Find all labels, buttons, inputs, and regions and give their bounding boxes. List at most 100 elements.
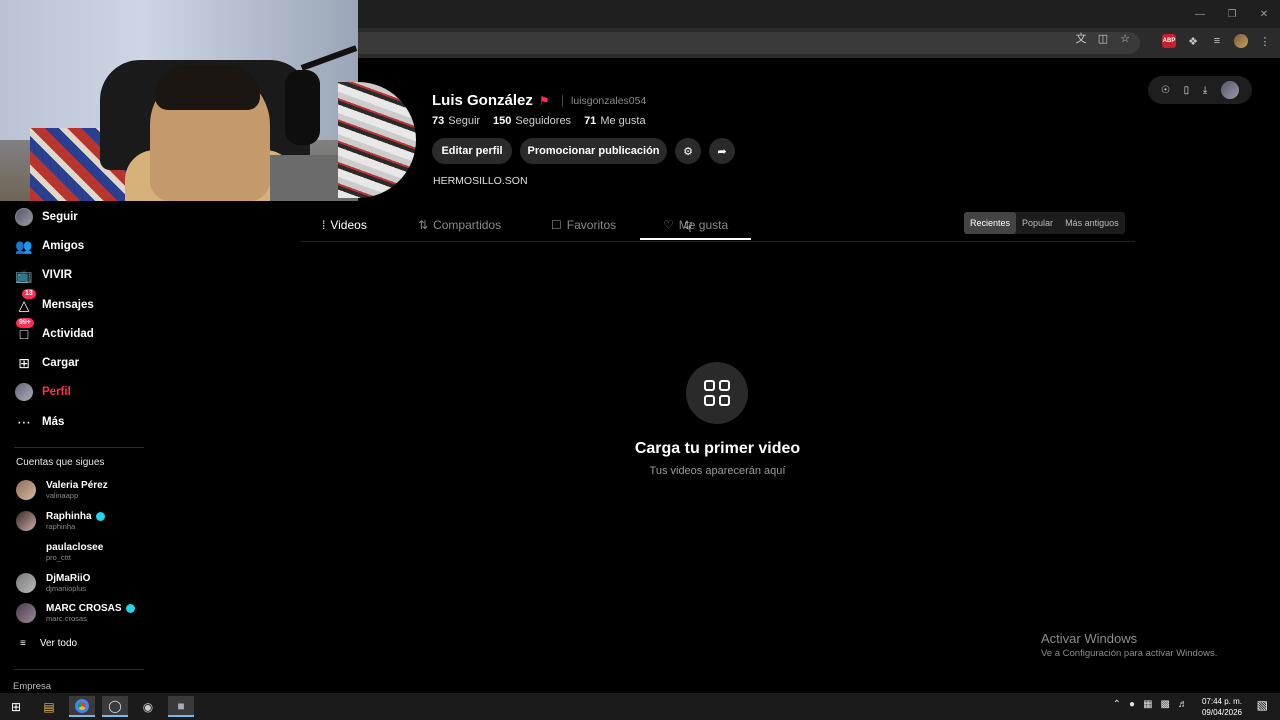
- sort-oldest[interactable]: Más antiguos: [1059, 212, 1125, 234]
- share-button[interactable]: ➦: [709, 138, 735, 164]
- sidebar-item-label: Amigos: [42, 240, 85, 252]
- avatar[interactable]: [1221, 81, 1240, 99]
- download-icon[interactable]: ⤓: [1203, 85, 1207, 96]
- see-all-label: Ver todo: [39, 638, 78, 649]
- empty-state-subtitle: Tus videos aparecerán aquí: [649, 465, 786, 477]
- start-icon[interactable]: ⊞: [3, 696, 29, 717]
- display-icon[interactable]: ▦: [1143, 699, 1152, 710]
- microphone-icon[interactable]: ●: [1129, 699, 1135, 710]
- install-icon[interactable]: ◫: [1096, 31, 1110, 45]
- avatar: [16, 603, 36, 623]
- settings-button[interactable]: ⚙: [675, 138, 701, 164]
- friends-icon: 👥: [15, 237, 33, 254]
- footer-empresa-link[interactable]: Empresa: [13, 681, 51, 692]
- sidebar-item-mas[interactable]: ⋯ Más: [14, 411, 64, 433]
- webcam-overlay: [0, 0, 358, 201]
- sort-popular[interactable]: Popular: [1016, 212, 1059, 234]
- sidebar-item-label: Cargar: [42, 357, 80, 369]
- obs-icon[interactable]: ◉: [135, 696, 161, 717]
- see-all-button[interactable]: ≡ Ver todo: [20, 638, 77, 649]
- tab-videos[interactable]: ⁞ Videos: [322, 218, 367, 232]
- followed-account[interactable]: DjMaRiiO djmariioplus: [16, 573, 90, 593]
- grid-icon: ⁞: [322, 218, 326, 232]
- tab-likes[interactable]: ♡ Me gusta: [663, 218, 728, 232]
- profile-avatar[interactable]: [338, 82, 416, 198]
- followed-account[interactable]: Raphinha raphinha: [16, 511, 105, 531]
- grid-icon: [704, 380, 730, 406]
- game-icon[interactable]: ■: [168, 696, 194, 717]
- extensions-icon[interactable]: ❖: [1186, 34, 1200, 48]
- compass-icon[interactable]: ☉: [1161, 85, 1170, 96]
- followed-account[interactable]: MARC CROSAS marc.crosas: [16, 603, 135, 623]
- account-name: Valeria Pérez: [46, 480, 108, 491]
- star-icon[interactable]: ☆: [1118, 31, 1132, 45]
- sidebar-item-actividad[interactable]: □ 99+ Actividad: [14, 318, 94, 345]
- sidebar-item-amigos[interactable]: 👥 Amigos: [14, 235, 84, 257]
- avatar: [16, 542, 36, 562]
- extension-icons: ABP ❖ ≡ ⋮: [1162, 34, 1272, 48]
- menu-icon[interactable]: ⋮: [1258, 34, 1272, 48]
- avatar: [14, 207, 34, 227]
- messages-icon: △ 13: [14, 289, 36, 315]
- file-explorer-icon[interactable]: ▤: [36, 696, 62, 717]
- clock-time: 07:44 p. m.: [1201, 697, 1242, 706]
- close-icon[interactable]: ✕: [1248, 0, 1280, 28]
- verified-icon: [125, 604, 135, 613]
- heart-icon: ♡: [663, 218, 674, 232]
- translate-icon[interactable]: 文: [1074, 31, 1088, 45]
- profile-avatar-icon[interactable]: [1234, 34, 1248, 48]
- empty-state-title: Carga tu primer video: [634, 440, 801, 457]
- repost-icon: ⇅: [418, 218, 429, 232]
- network-icon[interactable]: ▩: [1161, 699, 1170, 710]
- sidebar-item-mensajes[interactable]: △ 13 Mensajes: [14, 289, 94, 316]
- adblock-icon[interactable]: ABP: [1162, 34, 1176, 48]
- active-tab-indicator: [640, 238, 751, 240]
- sidebar-item-label: Más: [42, 416, 65, 428]
- account-username: valinaapp: [46, 491, 79, 500]
- sidebar-item-label: VIVIR: [42, 269, 73, 281]
- sidebar-item-cargar[interactable]: ⊞ Cargar: [14, 352, 79, 374]
- tab-shared[interactable]: ⇅ Compartidos: [418, 218, 501, 232]
- account-username: pro_cttt: [46, 553, 72, 562]
- followed-account[interactable]: paulaclosee pro_cttt: [16, 542, 103, 562]
- minimize-icon[interactable]: —: [1184, 0, 1216, 28]
- profile-name: Luis González ⚑: [432, 92, 550, 109]
- more-icon: ⋯: [17, 413, 31, 430]
- stat-likes: 71 Me gusta: [584, 115, 646, 127]
- profile-icon: [14, 382, 34, 402]
- webcam-hair: [155, 65, 260, 110]
- sidebar-item-perfil[interactable]: Perfil: [14, 381, 71, 403]
- avatar: [16, 573, 36, 593]
- media-control-icon[interactable]: ≡: [1210, 34, 1224, 48]
- following-title: Cuentas que sigues: [16, 457, 105, 468]
- profile-username: luisgonzales054: [571, 95, 647, 107]
- stat-followers[interactable]: 150 Seguidores: [493, 115, 571, 127]
- account-username: djmariioplus: [46, 584, 87, 593]
- sidebar-item-seguir[interactable]: Seguir: [14, 206, 78, 228]
- chevron-up-icon[interactable]: ⌃: [1113, 699, 1121, 710]
- notification-icon[interactable]: ▧: [1257, 698, 1268, 712]
- sidebar-item-vivir[interactable]: 📺 VIVIR: [14, 264, 72, 286]
- activity-icon: □ 99+: [14, 318, 34, 344]
- empty-state-icon: [686, 362, 748, 424]
- followed-account[interactable]: Valeria Pérez valinaapp: [16, 480, 108, 500]
- account-username: raphinha: [46, 522, 76, 531]
- volume-icon[interactable]: ♬: [1178, 699, 1188, 710]
- list-icon: ≡: [20, 638, 26, 649]
- phone-icon[interactable]: ▯: [1184, 85, 1190, 96]
- sort-recent[interactable]: Recientes: [964, 212, 1017, 234]
- upload-icon: ⊞: [18, 354, 30, 371]
- restore-icon[interactable]: ❐: [1216, 0, 1248, 28]
- steam-icon[interactable]: ◯: [102, 696, 128, 717]
- stat-following[interactable]: 73 Seguir: [432, 115, 480, 127]
- profile-stats: 73 Seguir 150 Seguidores 71 Me gusta: [432, 115, 646, 127]
- chrome-icon[interactable]: [69, 696, 95, 717]
- edit-profile-button[interactable]: Editar perfil: [432, 138, 512, 164]
- profile-name-text: Luis González: [432, 92, 533, 109]
- sidebar: Seguir 👥 Amigos 📺 VIVIR △ 13 Mensajes □ 99…: [0, 201, 160, 693]
- sort-toggle: Recientes Popular Más antiguos: [964, 212, 1125, 234]
- promote-post-button[interactable]: Promocionar publicación: [520, 138, 667, 164]
- tab-favorites[interactable]: ☐ Favoritos: [551, 218, 616, 232]
- taskbar-clock[interactable]: 07:44 p. m. 09/04/2026: [1202, 696, 1242, 718]
- activation-subtitle: Ve a Configuración para activar Windows.: [1041, 648, 1218, 659]
